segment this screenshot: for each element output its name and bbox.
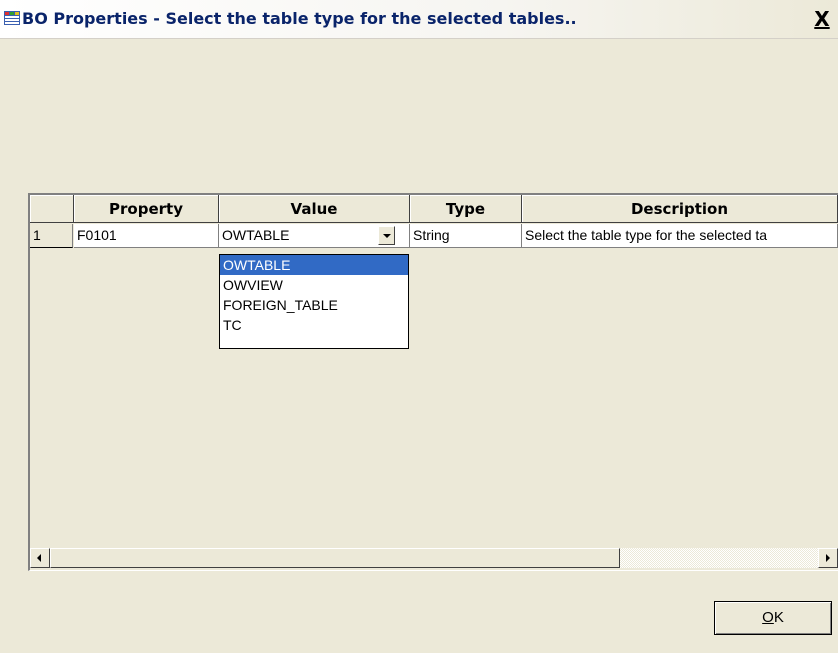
dropdown-option-owview[interactable]: OWVIEW [220,275,408,295]
scrollbar-thumb[interactable] [50,548,620,568]
scrollbar-track[interactable] [620,548,818,568]
title-bar[interactable]: BO Properties - Select the table type fo… [0,0,838,39]
dropdown-option-foreign-table[interactable]: FOREIGN_TABLE [220,295,408,315]
grid-body: Property Value Type Description 1 F0101 … [30,195,838,545]
value-combobox[interactable]: OWTABLE [219,224,410,248]
cell-property[interactable]: F0101 [74,224,219,248]
scroll-left-button[interactable] [30,548,50,568]
ok-label-rest: K [773,609,784,626]
ok-mnemonic: O [762,609,774,626]
header-value[interactable]: Value [219,195,410,223]
window-title: BO Properties - Select the table type fo… [22,9,577,28]
property-grid: Property Value Type Description 1 F0101 … [28,193,838,571]
dropdown-option-tc[interactable]: TC [220,315,408,335]
horizontal-scrollbar[interactable] [30,548,838,568]
cell-type[interactable]: String [410,224,522,248]
header-type[interactable]: Type [410,195,522,223]
chevron-down-icon[interactable] [378,226,395,245]
header-corner [30,195,74,223]
close-button[interactable]: X [810,8,834,30]
ok-button[interactable]: OK [714,601,832,635]
app-icon [4,11,20,25]
header-property[interactable]: Property [74,195,219,223]
dropdown-option-owtable[interactable]: OWTABLE [220,255,408,275]
cell-description[interactable]: Select the table type for the selected t… [522,224,838,248]
combobox-value: OWTABLE [222,227,290,243]
header-description[interactable]: Description [522,195,838,223]
value-dropdown-list[interactable]: OWTABLE OWVIEW FOREIGN_TABLE TC [219,254,409,349]
row-number[interactable]: 1 [30,224,73,248]
scroll-right-button[interactable] [818,548,838,568]
